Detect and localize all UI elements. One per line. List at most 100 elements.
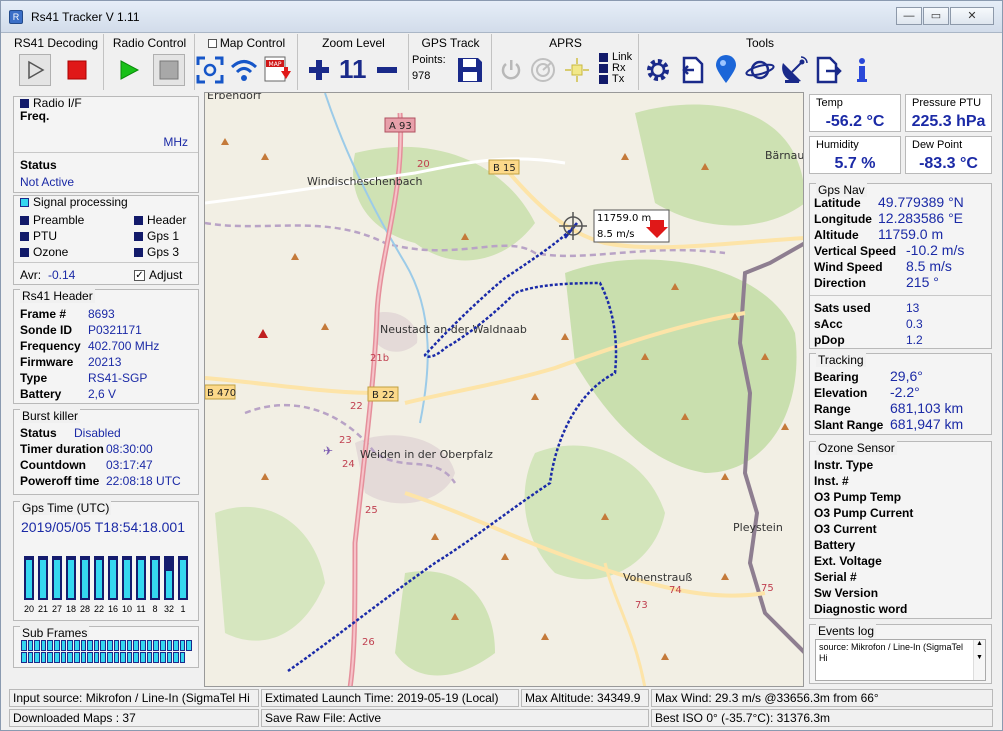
center-map-button[interactable] xyxy=(194,54,226,86)
poweroff-label: Poweroff time xyxy=(20,474,100,488)
export-button[interactable] xyxy=(812,54,844,86)
elevation-label: Elevation xyxy=(814,386,868,400)
save-track-button[interactable] xyxy=(454,54,486,86)
temp-title: Temp xyxy=(816,97,843,109)
altitude-value: 11759.0 m xyxy=(878,226,944,242)
sub-frame-cell xyxy=(113,640,120,651)
sat-bar xyxy=(80,556,90,600)
map-view[interactable]: Erbendorf Windischeschenbach Neustadt an… xyxy=(204,92,804,687)
zoom-level-group: Zoom Level 11 xyxy=(299,34,409,90)
events-log-title: Events log xyxy=(816,624,877,638)
close-button[interactable]: ✕ xyxy=(950,7,994,25)
planet-button[interactable] xyxy=(744,54,776,86)
ozone-item: Ozone xyxy=(20,245,68,259)
online-map-button[interactable] xyxy=(228,54,260,86)
stop-icon xyxy=(159,60,179,80)
aprs-power-button[interactable] xyxy=(495,54,527,86)
sub-frame-cell xyxy=(100,652,106,663)
aprs-radar-button[interactable] xyxy=(527,54,559,86)
signal-processing-panel: Signal processing Preamble Header PTU Gp… xyxy=(13,195,199,285)
sats-used-label: Sats used xyxy=(814,301,871,315)
balloon-altitude: 11759.0 m xyxy=(597,213,651,224)
bk-status-label: Status xyxy=(20,426,57,440)
wifi-icon xyxy=(230,60,258,81)
avr-label: Avr: xyxy=(20,268,42,282)
location-marker-button[interactable] xyxy=(710,54,742,86)
minimize-button[interactable]: — xyxy=(896,7,922,25)
map-control-checkbox[interactable] xyxy=(207,39,217,49)
temp-value: -56.2 °C xyxy=(825,113,885,130)
settings-button[interactable] xyxy=(642,54,674,86)
decoding-stop-button[interactable] xyxy=(61,54,93,86)
frame-value: 8693 xyxy=(88,307,115,321)
frequency-value: 402.700 MHz xyxy=(88,339,160,353)
radio-stop-button[interactable] xyxy=(153,54,185,86)
map-download-icon: MAP xyxy=(264,56,291,82)
sub-frame-cell xyxy=(40,652,47,663)
radio-play-button[interactable] xyxy=(113,54,145,86)
satellite-dish-icon xyxy=(782,56,808,83)
info-button[interactable] xyxy=(846,54,878,86)
sub-frame-cell xyxy=(179,652,186,663)
summit-marker xyxy=(258,329,268,338)
aprs-station-button[interactable] xyxy=(561,54,593,86)
header-item: Header xyxy=(134,213,186,227)
power-icon xyxy=(501,60,521,80)
sat-bar xyxy=(122,556,132,600)
zoom-level-label: Zoom Level xyxy=(322,36,385,50)
zoom-value: 11 xyxy=(339,54,367,84)
pressure-box: Pressure PTU 225.3 hPa xyxy=(905,94,992,132)
maximize-button[interactable]: ▭ xyxy=(923,7,949,25)
road-label: 26 xyxy=(362,637,375,648)
sub-frame-cell xyxy=(126,652,133,663)
sat-bar xyxy=(164,556,174,600)
sub-frames-panel: Sub Frames xyxy=(13,626,199,668)
satellite-dish-button[interactable] xyxy=(778,54,810,86)
place-label: Pleystein xyxy=(733,521,783,534)
place-label: Windischeschenbach xyxy=(307,175,422,188)
preamble-item: Preamble xyxy=(20,213,84,227)
gps-track-group: GPS Track Points: 978 xyxy=(410,34,492,90)
ozone-pump-current-label: O3 Pump Current xyxy=(814,506,914,520)
signal-title: Signal processing xyxy=(33,195,128,209)
humidity-title: Humidity xyxy=(816,139,859,151)
ozone-ext-voltage-label: Ext. Voltage xyxy=(814,554,882,568)
ozone-diagnostic-label: Diagnostic word xyxy=(814,602,908,616)
stop-icon xyxy=(67,60,87,80)
events-log-text: source: Mikrofon / Line-In (SigmaTel Hi xyxy=(819,642,964,663)
app-window: R Rs41 Tracker V 1.11 — ▭ ✕ RS41 Decodin… xyxy=(0,0,1003,731)
range-value: 681,103 km xyxy=(890,400,964,416)
file-export-icon xyxy=(816,56,842,84)
decoding-play-button[interactable] xyxy=(19,54,51,86)
rs41-header-title: Rs41 Header xyxy=(20,289,95,303)
sub-frame-cell xyxy=(73,652,80,663)
road-label: 73 xyxy=(635,600,648,611)
zoom-in-button[interactable] xyxy=(303,54,335,86)
sub-frame-cell xyxy=(47,652,54,663)
slant-range-value: 681,947 km xyxy=(890,416,964,432)
sat-bar-fill xyxy=(152,560,158,598)
altitude-label: Altitude xyxy=(814,228,859,242)
import-button[interactable] xyxy=(676,54,708,86)
aprs-group: APRS Link Rx Tx xyxy=(493,34,639,90)
countdown-value: 03:17:47 xyxy=(106,458,153,472)
forest-area xyxy=(395,571,495,676)
tools-label: Tools xyxy=(745,36,774,50)
frequency-label: Frequency xyxy=(20,339,81,353)
adjust-checkbox[interactable]: ✓ xyxy=(134,270,145,282)
sat-bar xyxy=(24,556,34,600)
download-map-button[interactable]: MAP xyxy=(262,54,294,86)
road-label: B 22 xyxy=(372,390,395,401)
radio-control-label: Radio Control xyxy=(112,36,187,50)
sub-frame-cell xyxy=(126,640,133,651)
rs41-decoding-label: RS41 Decoding xyxy=(13,36,99,50)
sat-bar xyxy=(52,556,62,600)
minus-icon xyxy=(377,67,397,73)
pdop-value: 1.2 xyxy=(906,333,923,347)
sub-frame-cell xyxy=(60,652,67,663)
events-log-scrollbar[interactable]: ▲ ▼ xyxy=(973,640,985,680)
longitude-value: 12.283586 °E xyxy=(878,210,964,226)
events-log-textarea[interactable]: source: Mikrofon / Line-In (SigmaTel Hi … xyxy=(815,639,986,681)
sat-bar xyxy=(136,556,146,600)
zoom-out-button[interactable] xyxy=(371,54,403,86)
